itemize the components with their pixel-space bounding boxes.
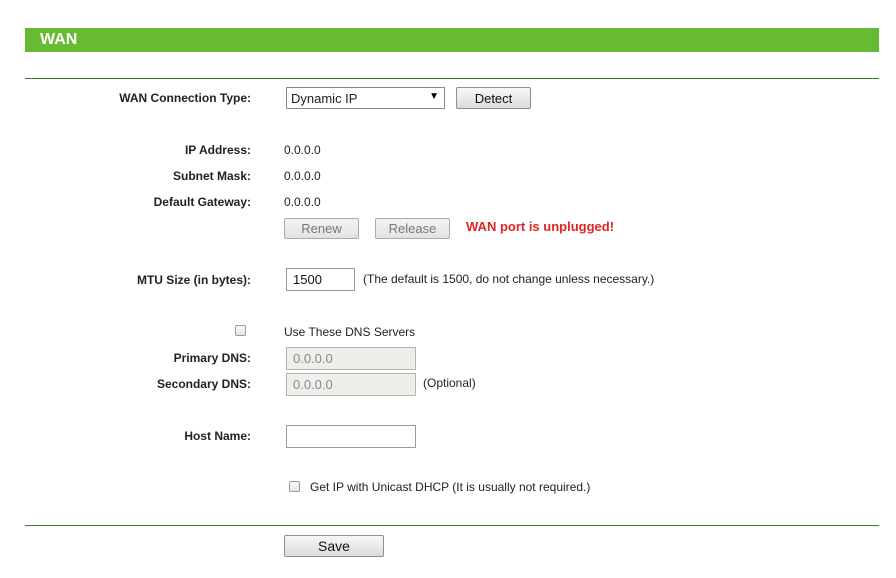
bottom-divider xyxy=(25,525,879,526)
dropdown-arrow-icon: ▼ xyxy=(429,91,439,102)
mtu-input[interactable] xyxy=(286,268,355,291)
save-button[interactable]: Save xyxy=(284,535,384,557)
optional-note: (Optional) xyxy=(423,376,476,390)
top-divider xyxy=(25,78,879,79)
mtu-label: MTU Size (in bytes): xyxy=(136,273,251,287)
detect-button[interactable]: Detect xyxy=(456,87,531,109)
primary-dns-label: Primary DNS: xyxy=(173,351,251,365)
primary-dns-input[interactable] xyxy=(286,347,416,370)
subnet-mask-value: 0.0.0.0 xyxy=(284,169,321,183)
ip-address-value: 0.0.0.0 xyxy=(284,143,321,157)
use-dns-label: Use These DNS Servers xyxy=(284,325,416,339)
default-gateway-label: Default Gateway: xyxy=(153,195,251,209)
page-title: WAN xyxy=(40,31,78,48)
unicast-dhcp-label: Get IP with Unicast DHCP (It is usually … xyxy=(310,480,591,494)
renew-button[interactable]: Renew xyxy=(284,218,359,239)
wan-type-select[interactable]: Dynamic IP ▼ xyxy=(286,87,445,109)
ip-address-label: IP Address: xyxy=(184,143,251,157)
unicast-dhcp-checkbox[interactable] xyxy=(289,481,300,492)
wan-type-selected: Dynamic IP xyxy=(291,90,358,106)
header-bar xyxy=(25,28,879,52)
mtu-note: (The default is 1500, do not change unle… xyxy=(363,272,655,286)
default-gateway-value: 0.0.0.0 xyxy=(284,195,321,209)
secondary-dns-label: Secondary DNS: xyxy=(156,377,251,391)
use-dns-checkbox[interactable] xyxy=(235,325,246,336)
wan-unplugged-warning: WAN port is unplugged! xyxy=(466,219,615,234)
host-name-input[interactable] xyxy=(286,425,416,448)
host-name-label: Host Name: xyxy=(184,429,251,443)
secondary-dns-input[interactable] xyxy=(286,373,416,396)
wan-type-label: WAN Connection Type: xyxy=(119,91,251,105)
release-button[interactable]: Release xyxy=(375,218,450,239)
subnet-mask-label: Subnet Mask: xyxy=(172,169,251,183)
